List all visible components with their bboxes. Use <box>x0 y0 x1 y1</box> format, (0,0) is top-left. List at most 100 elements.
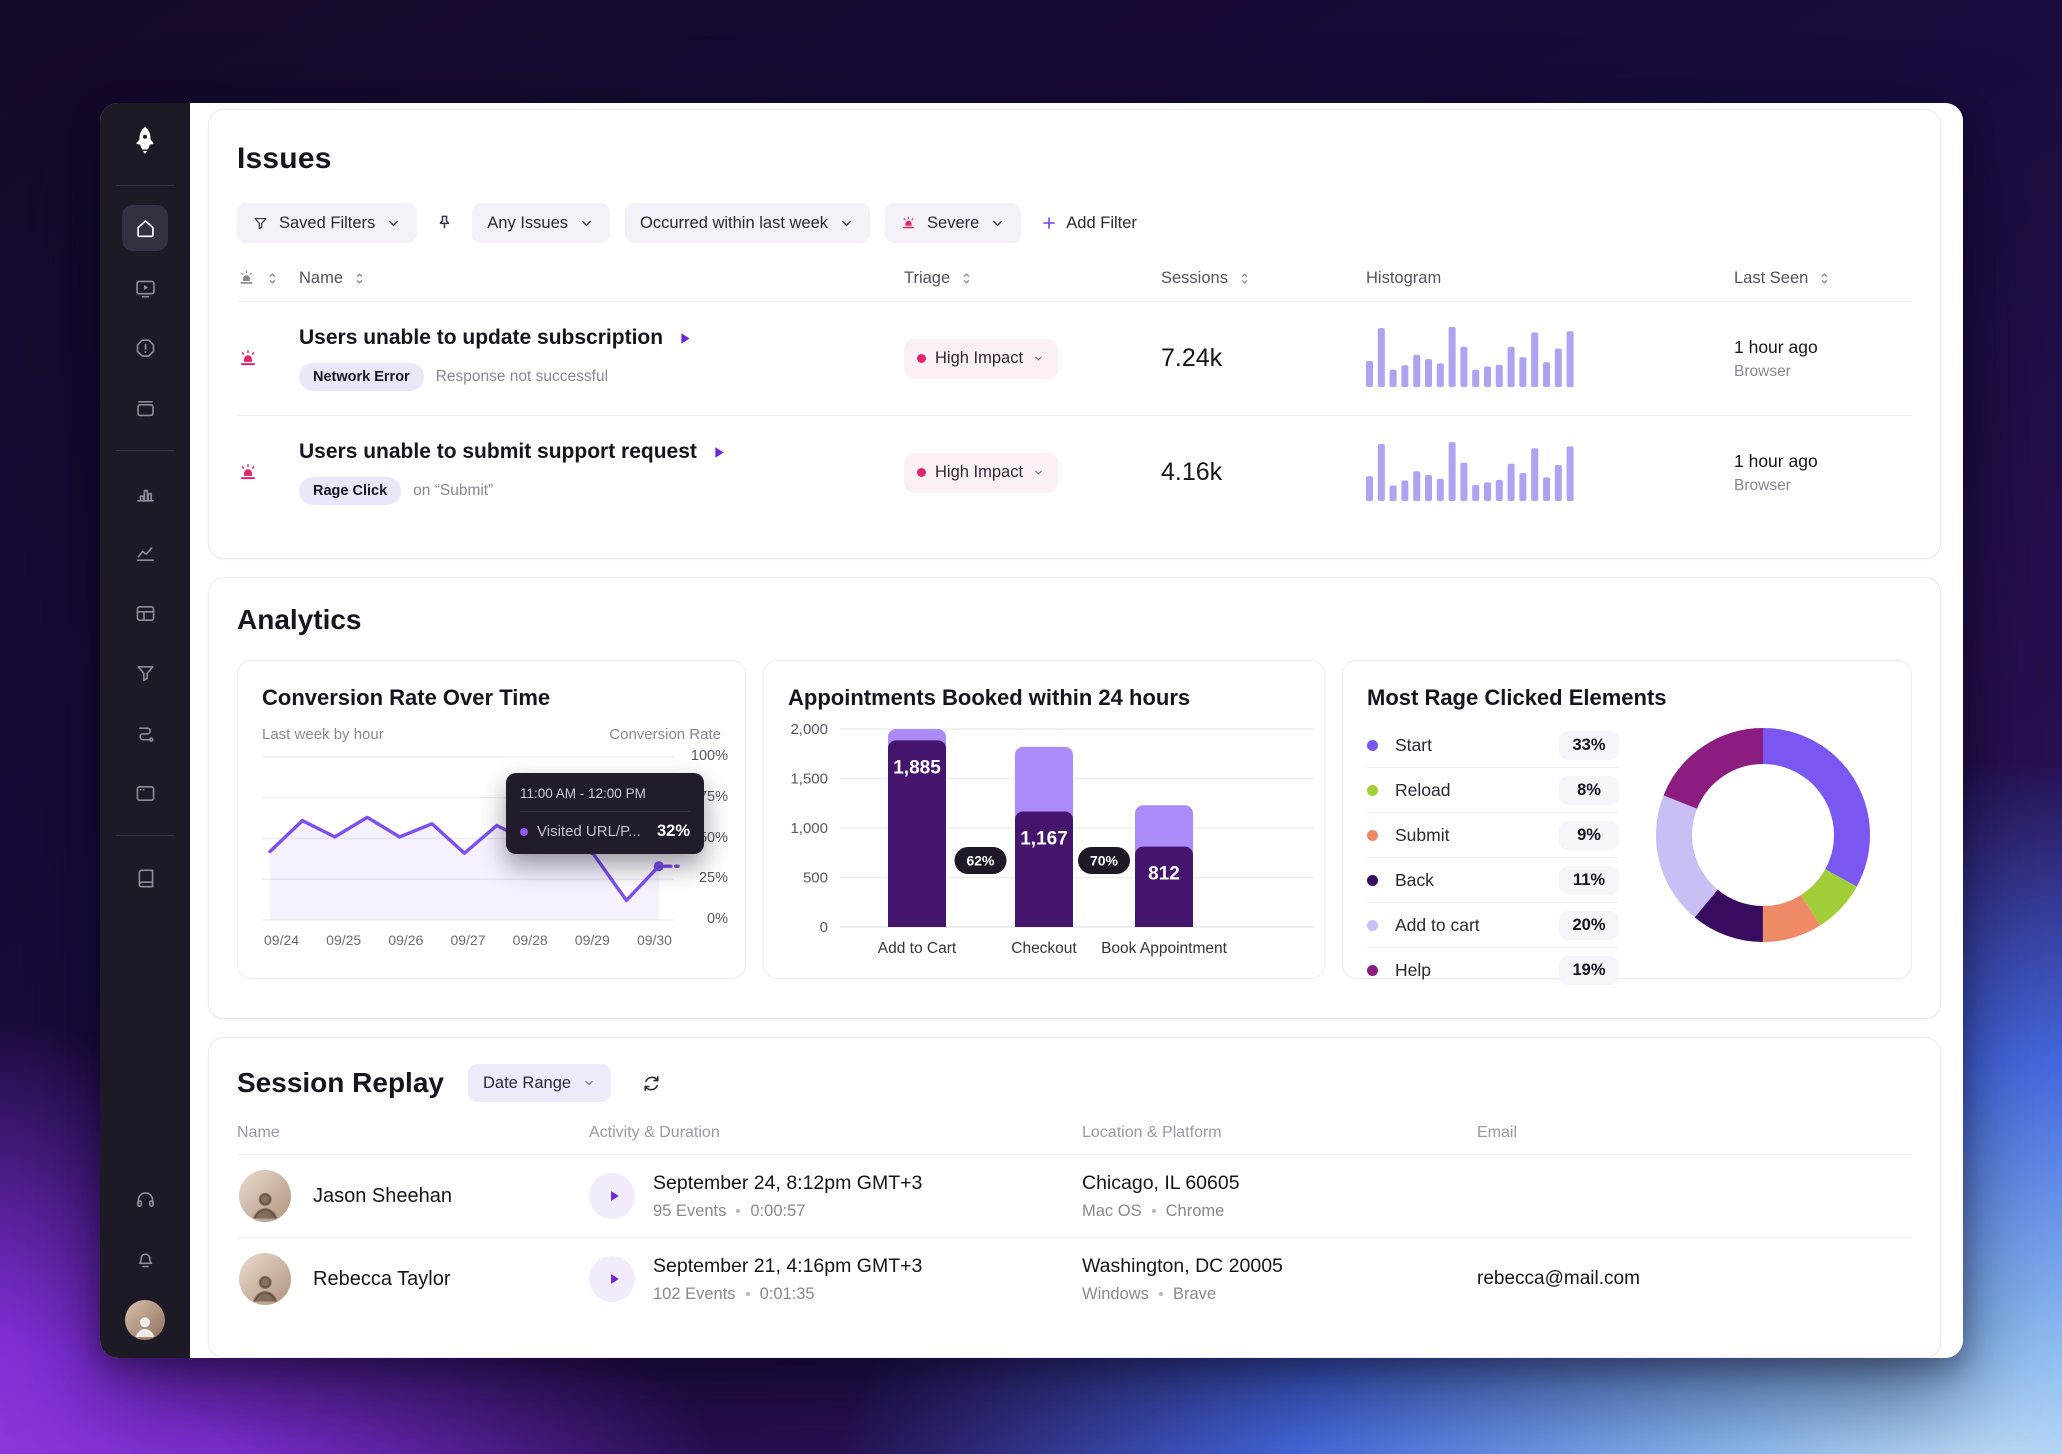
data-table-icon <box>134 602 157 625</box>
user-avatar <box>239 1253 291 1305</box>
sidebar-item-docs[interactable] <box>122 855 168 901</box>
user-profile-avatar[interactable] <box>125 1300 165 1340</box>
x-tick: 09/26 <box>388 932 423 948</box>
legend-value: 8% <box>1559 776 1619 805</box>
date-range-label: Date Range <box>483 1074 571 1093</box>
user-avatar <box>239 1170 291 1222</box>
triage-dropdown[interactable]: High Impact <box>904 339 1058 379</box>
session-replay-title: Session Replay <box>237 1067 444 1099</box>
session-timestamp: September 21, 4:16pm GMT+3 <box>653 1255 922 1278</box>
sort-icon[interactable] <box>352 271 367 286</box>
legend-item: Submit 9% <box>1367 813 1619 858</box>
severity-filter[interactable]: Severe <box>885 203 1021 243</box>
last-seen-platform: Browser <box>1734 477 1912 495</box>
siren-icon <box>237 348 259 370</box>
play-issue-button[interactable] <box>676 330 693 347</box>
date-range-dropdown[interactable]: Date Range <box>468 1064 611 1102</box>
bullet-separator <box>746 1292 750 1296</box>
sidebar-item-funnels[interactable] <box>122 650 168 696</box>
sort-icon[interactable] <box>959 271 974 286</box>
appointments-card: Appointments Booked within 24 hours 2,00… <box>763 660 1325 979</box>
rage-clicked-title: Most Rage Clicked Elements <box>1367 685 1887 711</box>
bullet-separator <box>1152 1209 1156 1213</box>
session-row[interactable]: Rebecca Taylor September 21, 4:16pm GMT+… <box>237 1238 1912 1320</box>
sidebar-item-notifications[interactable] <box>122 1235 168 1281</box>
add-filter-button[interactable]: Add Filter <box>1040 214 1137 233</box>
session-browser: Brave <box>1173 1285 1216 1304</box>
sort-icon[interactable] <box>1237 271 1252 286</box>
issue-row[interactable]: Users unable to submit support request R… <box>237 416 1912 529</box>
conversion-rate-card: Conversion Rate Over Time Last week by h… <box>237 660 746 979</box>
svg-text:2,000: 2,000 <box>790 721 828 738</box>
sidebar-item-support[interactable] <box>122 1175 168 1221</box>
line-chart-icon <box>134 542 157 565</box>
legend-label: Start <box>1395 735 1432 756</box>
add-filter-label: Add Filter <box>1066 214 1137 233</box>
issue-row[interactable]: Users unable to update subscription Netw… <box>237 302 1912 416</box>
app-logo[interactable] <box>122 117 168 163</box>
saved-filters-button[interactable]: Saved Filters <box>237 203 417 243</box>
sidebar-item-issues[interactable] <box>122 325 168 371</box>
issue-type-badge: Rage Click <box>299 477 401 505</box>
svg-text:0: 0 <box>820 919 828 936</box>
chevron-down-icon <box>989 215 1006 232</box>
pin-filters-button[interactable] <box>434 213 455 234</box>
issue-histogram <box>1366 323 1734 394</box>
last-seen-time: 1 hour ago <box>1734 451 1912 472</box>
sidebar-item-paths[interactable] <box>122 710 168 756</box>
column-header-location: Location & Platform <box>1082 1124 1477 1142</box>
legend-item: Start 33% <box>1367 723 1619 768</box>
session-replay-section: Session Replay Date Range Name Activity … <box>208 1037 1941 1358</box>
triage-label: High Impact <box>935 463 1023 482</box>
sidebar-item-pages[interactable] <box>122 770 168 816</box>
time-range-label: Occurred within last week <box>640 214 828 233</box>
time-range-filter[interactable]: Occurred within last week <box>625 203 870 243</box>
play-issue-button[interactable] <box>710 444 727 461</box>
legend-dot <box>1367 920 1378 931</box>
severity-label: Severe <box>927 214 979 233</box>
appointments-bar-chart: 2,0001,5001,00050001,885Add to Cart1,167… <box>788 711 1300 964</box>
column-header-email: Email <box>1477 1124 1912 1142</box>
svg-text:Checkout: Checkout <box>1011 940 1077 957</box>
alert-octagon-icon <box>134 337 157 360</box>
play-session-button[interactable] <box>589 1173 635 1219</box>
sidebar-item-metrics[interactable] <box>122 470 168 516</box>
issue-type-filter[interactable]: Any Issues <box>472 203 610 243</box>
sidebar-item-home[interactable] <box>122 205 168 251</box>
session-duration: 0:00:57 <box>750 1202 805 1221</box>
sidebar-item-session-replays[interactable] <box>122 265 168 311</box>
sessions-count: 4.16k <box>1161 458 1366 487</box>
session-events: 95 Events <box>653 1202 726 1221</box>
legend-label: Help <box>1395 960 1431 981</box>
plus-icon <box>1040 214 1058 232</box>
rage-clicked-donut-chart <box>1653 725 1873 950</box>
column-header-histogram: Histogram <box>1366 269 1441 288</box>
chevron-down-icon <box>1032 352 1045 365</box>
chart-tooltip: 11:00 AM - 12:00 PM Visited URL/P... 32% <box>506 773 704 854</box>
legend-value: 20% <box>1559 911 1619 940</box>
sort-icon[interactable] <box>1817 271 1832 286</box>
issue-note: Response not successful <box>436 368 608 386</box>
legend-item: Help 19% <box>1367 948 1619 992</box>
sidebar-item-archive[interactable] <box>122 385 168 431</box>
session-video-icon <box>134 277 157 300</box>
column-header-activity: Activity & Duration <box>589 1124 1082 1142</box>
sort-icon[interactable] <box>265 271 280 286</box>
triage-dropdown[interactable]: High Impact <box>904 453 1058 493</box>
appointments-title: Appointments Booked within 24 hours <box>788 685 1300 711</box>
session-user-name: Rebecca Taylor <box>313 1268 450 1291</box>
browser-window-icon <box>134 782 157 805</box>
sidebar-item-tables[interactable] <box>122 590 168 636</box>
legend-item: Add to cart 20% <box>1367 903 1619 948</box>
session-row[interactable]: Jason Sheehan September 24, 8:12pm GMT+3… <box>237 1155 1912 1238</box>
svg-text:62%: 62% <box>966 853 995 869</box>
session-user-name: Jason Sheehan <box>313 1185 452 1208</box>
column-header-triage: Triage <box>904 269 950 288</box>
person-icon <box>131 1312 159 1340</box>
session-location: Washington, DC 20005 <box>1082 1255 1477 1278</box>
play-session-button[interactable] <box>589 1256 635 1302</box>
last-seen-time: 1 hour ago <box>1734 337 1912 358</box>
session-browser: Chrome <box>1166 1202 1225 1221</box>
sidebar-item-trends[interactable] <box>122 530 168 576</box>
refresh-button[interactable] <box>641 1073 662 1094</box>
